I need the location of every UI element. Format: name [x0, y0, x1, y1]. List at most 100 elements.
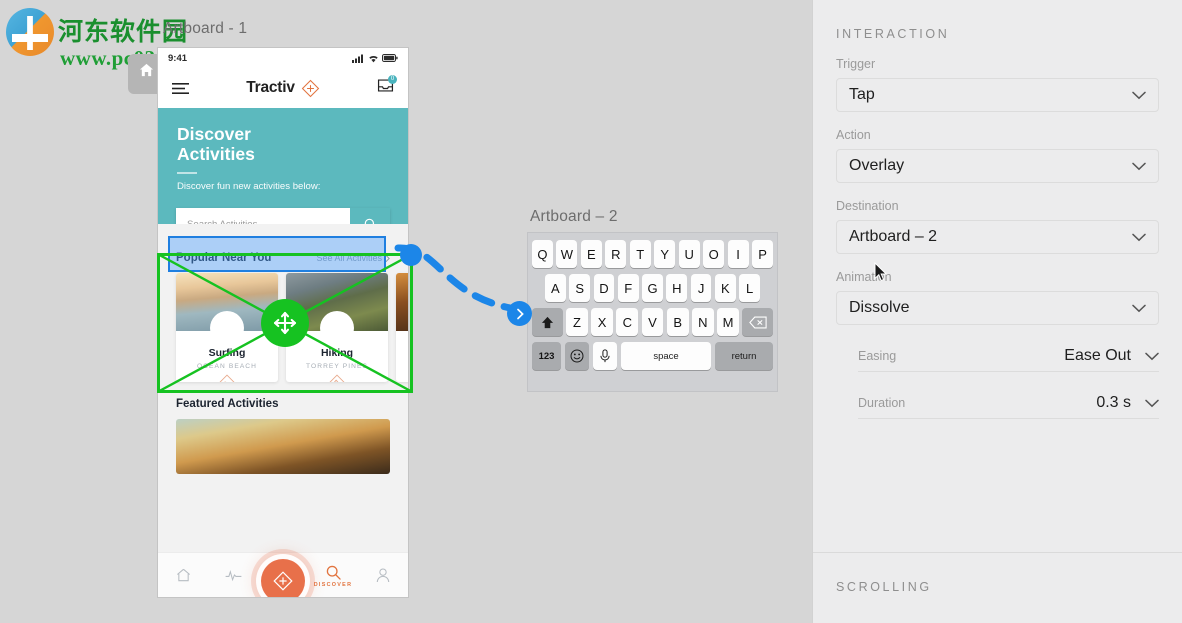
easing-value: Ease Out — [1064, 347, 1131, 364]
key-microphone[interactable] — [593, 342, 617, 370]
search-icon — [326, 565, 341, 580]
connector-source-handle[interactable] — [400, 244, 422, 266]
hero-divider — [177, 172, 197, 175]
key-k[interactable]: K — [714, 274, 736, 302]
hamburger-menu-icon[interactable] — [172, 82, 189, 94]
chevron-down-icon — [1132, 233, 1146, 241]
animation-value: Dissolve — [849, 299, 910, 316]
move-handle-icon — [273, 311, 297, 335]
key-s[interactable]: S — [569, 274, 591, 302]
keyboard-row-4: 123 space return — [532, 342, 773, 370]
interaction-fields: Trigger Tap Action Overlay Destination A… — [813, 57, 1182, 419]
phone-status-bar: 9:41 — [158, 48, 408, 68]
connector-target-button[interactable] — [507, 301, 532, 326]
key-t[interactable]: T — [629, 240, 651, 268]
inbox-badge: 0 — [387, 75, 397, 84]
key-i[interactable]: I — [727, 240, 749, 268]
key-f[interactable]: F — [617, 274, 639, 302]
tab-activity[interactable] — [210, 569, 256, 584]
inbox-button[interactable]: 0 — [377, 75, 397, 98]
backspace-icon — [748, 316, 767, 328]
key-g[interactable]: G — [642, 274, 663, 302]
keyboard-row-1: Q W E R T Y U O I P — [531, 240, 774, 268]
field-easing[interactable]: Easing Ease Out — [858, 347, 1159, 372]
key-z[interactable]: Z — [566, 308, 588, 336]
person-icon — [376, 567, 390, 582]
chevron-down-icon — [1132, 91, 1146, 99]
design-canvas[interactable]: 河东软件园 www.pc0359.cn Artboard - 1 Artboar… — [0, 0, 812, 623]
move-handle-button[interactable] — [261, 299, 309, 347]
key-x[interactable]: X — [591, 308, 613, 336]
key-space[interactable]: space — [621, 342, 711, 370]
battery-icon — [382, 54, 398, 62]
key-j[interactable]: J — [690, 274, 712, 302]
key-numbers[interactable]: 123 — [532, 342, 561, 370]
mouse-cursor-icon — [874, 262, 888, 282]
featured-section: Featured Activities — [158, 398, 408, 474]
key-return[interactable]: return — [715, 342, 773, 370]
key-d[interactable]: D — [593, 274, 615, 302]
key-backspace[interactable] — [742, 308, 773, 336]
key-o[interactable]: O — [703, 240, 725, 268]
key-r[interactable]: R — [605, 240, 627, 268]
action-value: Overlay — [849, 157, 905, 174]
field-label: Destination — [836, 199, 899, 213]
chevron-down-icon — [1145, 399, 1159, 407]
featured-image[interactable] — [176, 419, 390, 474]
phone-tab-bar: DISCOVER — [158, 552, 408, 597]
field-action: Action Overlay — [836, 128, 1159, 183]
inspector-panel: INTERACTION Trigger Tap Action Overlay D… — [812, 0, 1182, 623]
destination-select[interactable]: Artboard – 2 — [836, 220, 1159, 254]
status-time: 9:41 — [168, 52, 188, 64]
key-l[interactable]: L — [739, 274, 761, 302]
duration-value: 0.3 s — [1096, 394, 1131, 411]
key-emoji[interactable] — [565, 342, 589, 370]
key-n[interactable]: N — [692, 308, 714, 336]
key-m[interactable]: M — [717, 308, 739, 336]
emoji-smiley-icon — [570, 349, 584, 363]
artboard-1-label[interactable]: Artboard - 1 — [163, 20, 247, 38]
destination-value: Artboard – 2 — [849, 228, 938, 245]
signal-icon — [352, 54, 363, 63]
key-e[interactable]: E — [580, 240, 602, 268]
trigger-value: Tap — [849, 86, 875, 103]
field-duration[interactable]: Duration 0.3 s — [858, 394, 1159, 419]
brand-name: Tractiv — [246, 79, 295, 96]
hero-subtitle: Discover fun new activities below: — [177, 181, 321, 193]
key-b[interactable]: B — [666, 308, 689, 336]
field-label: Action — [836, 128, 871, 142]
diamond-logo-icon — [301, 79, 320, 97]
key-v[interactable]: V — [641, 308, 664, 336]
wifi-icon — [369, 55, 378, 62]
key-h[interactable]: H — [666, 274, 688, 302]
key-u[interactable]: U — [678, 240, 700, 268]
shift-arrow-icon — [541, 316, 553, 328]
floating-action-button[interactable] — [261, 559, 305, 597]
key-y[interactable]: Y — [654, 240, 676, 268]
animation-select[interactable]: Dissolve — [836, 291, 1159, 325]
chevron-down-icon — [1132, 162, 1146, 170]
scrolling-section: SCROLLING — [813, 553, 1182, 594]
hero-title: Discover Activities — [177, 124, 391, 164]
chevron-right-circle-icon — [516, 308, 524, 319]
easing-label: Easing — [858, 349, 897, 363]
duration-label: Duration — [858, 396, 906, 410]
activity-pulse-icon — [225, 569, 241, 581]
keyboard-row-3: Z X C V B N M — [532, 308, 773, 336]
key-a[interactable]: A — [544, 274, 566, 302]
tab-home[interactable] — [160, 568, 206, 584]
key-p[interactable]: P — [752, 240, 774, 268]
microphone-icon — [600, 349, 610, 363]
key-c[interactable]: C — [616, 308, 639, 336]
action-select[interactable]: Overlay — [836, 149, 1159, 183]
field-destination: Destination Artboard – 2 — [836, 199, 1159, 254]
hero-title-line2: Activities — [177, 143, 255, 164]
artboard-2-label[interactable]: Artboard – 2 — [530, 208, 618, 226]
tab-profile[interactable] — [360, 567, 406, 585]
tab-discover[interactable]: DISCOVER — [310, 565, 356, 588]
trigger-select[interactable]: Tap — [836, 78, 1159, 112]
brand: Tractiv — [246, 79, 320, 98]
home-icon — [176, 568, 190, 582]
key-w[interactable]: W — [556, 240, 578, 268]
artboard-2-keyboard[interactable]: Q W E R T Y U O I P A S D F G H J K L Z … — [527, 232, 778, 392]
